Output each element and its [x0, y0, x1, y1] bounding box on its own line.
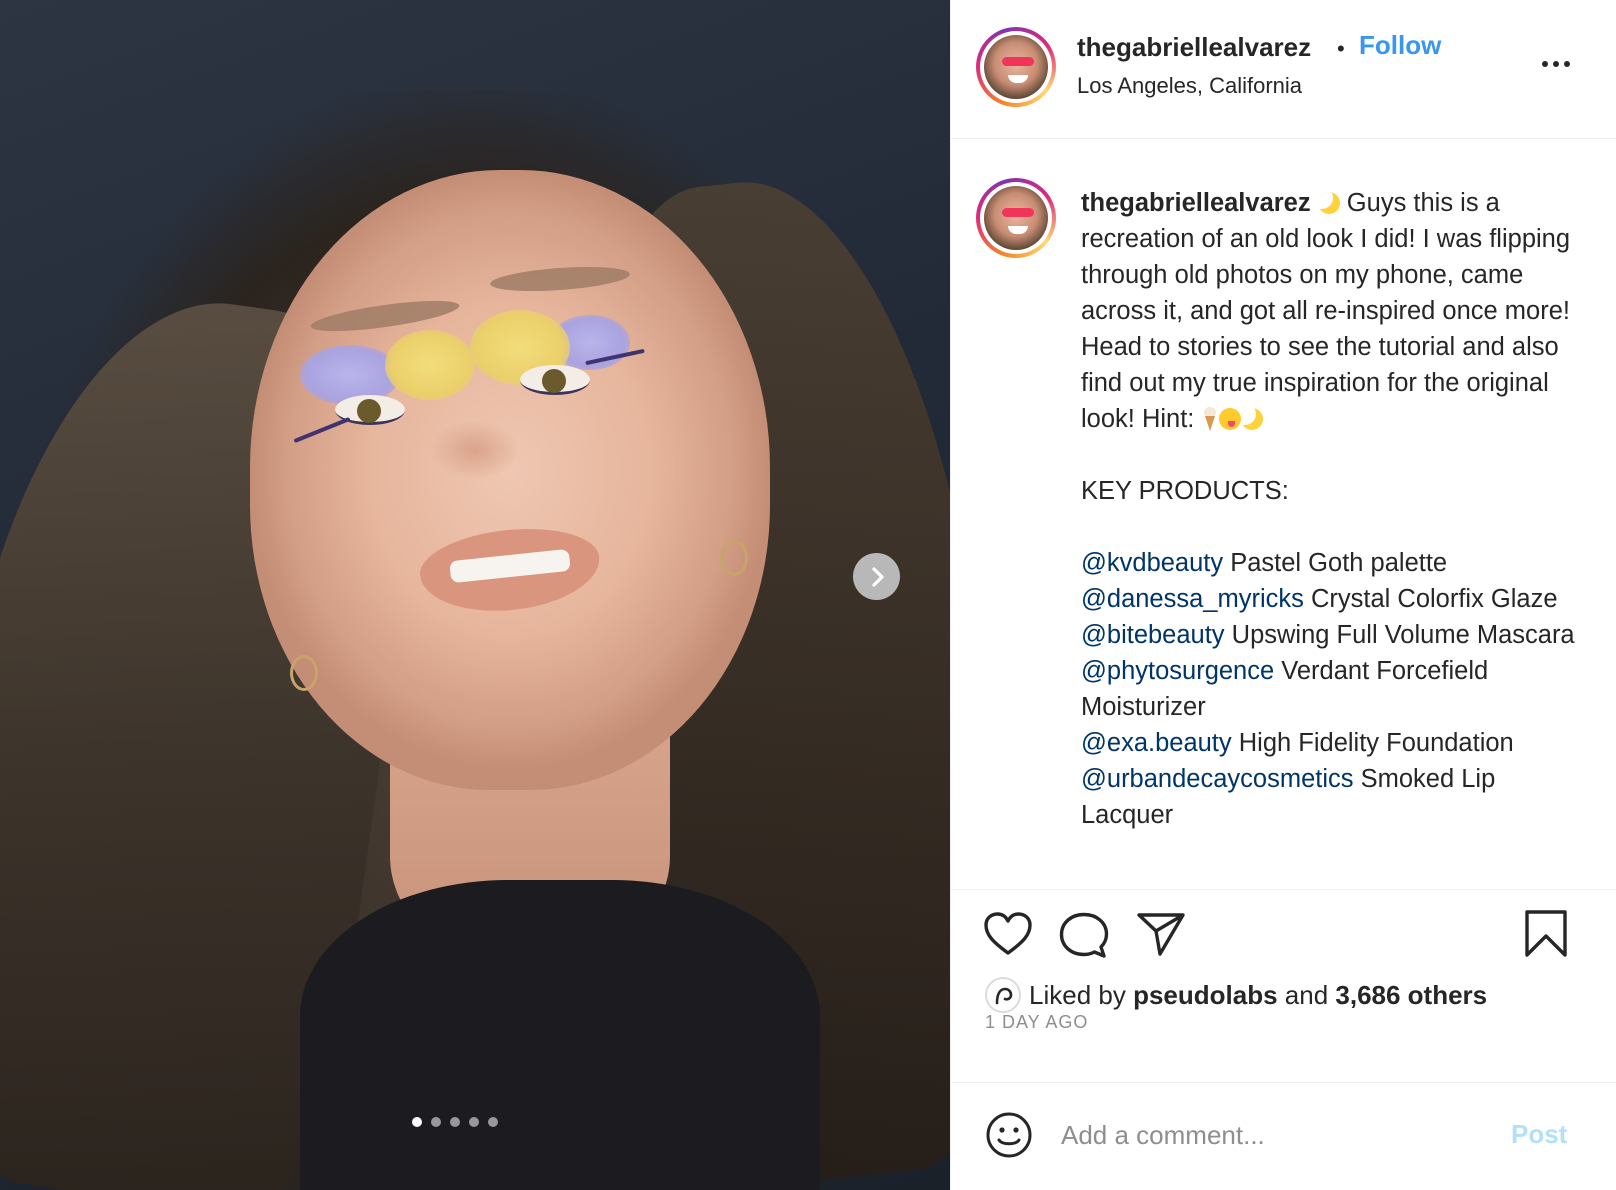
post-timestamp[interactable]: 1 DAY AGO	[985, 1012, 1088, 1033]
product-name: High Fidelity Foundation	[1231, 729, 1514, 757]
carousel-dot	[431, 1117, 441, 1127]
post-media	[0, 0, 950, 1190]
swirl-logo-icon	[995, 987, 1013, 1005]
likes-count[interactable]: 3,686 others	[1335, 980, 1487, 1011]
like-button[interactable]	[983, 911, 1033, 960]
product-line: @exa.beauty High Fidelity Foundation	[1081, 725, 1586, 761]
product-list: @kvdbeauty Pastel Goth palette @danessa_m…	[1081, 545, 1586, 833]
post-location[interactable]: Los Angeles, California	[1077, 73, 1302, 99]
carousel-indicator	[412, 1117, 498, 1127]
caption-author-username[interactable]: thegabriellealvarez	[1081, 189, 1311, 217]
product-mention-link[interactable]: @danessa_myricks	[1081, 585, 1304, 613]
bookmark-icon	[1525, 910, 1567, 957]
follow-button[interactable]: Follow	[1359, 30, 1441, 61]
comment-icon	[1059, 912, 1109, 958]
liker-avatar[interactable]	[985, 977, 1021, 1013]
product-line: @bitebeauty Upswing Full Volume Mascara	[1081, 617, 1586, 653]
moon-emoji	[1317, 192, 1340, 214]
product-name: Crystal Colorfix Glaze	[1303, 585, 1558, 613]
author-avatar[interactable]	[976, 27, 1056, 107]
more-options-button[interactable]	[1536, 54, 1576, 74]
likes-prefix: Liked by	[1029, 979, 1134, 1010]
ice-cream-emoji	[1201, 407, 1219, 431]
send-icon	[1137, 913, 1185, 956]
more-icon	[1542, 61, 1548, 67]
carousel-dot	[488, 1117, 498, 1127]
liker-username[interactable]: pseudolabs	[1133, 980, 1277, 1011]
product-line: @urbandecaycosmetics Smoked Lip Lacquer	[1081, 761, 1586, 833]
comment-input[interactable]	[1061, 1113, 1501, 1157]
add-comment-bar: Post	[951, 1082, 1616, 1190]
post-photo	[0, 0, 950, 1190]
likes-summary: Liked by pseudolabs and 3,686 others	[985, 977, 1487, 1013]
product-line: @danessa_myricks Crystal Colorfix Glaze	[1081, 581, 1586, 617]
comment-button[interactable]	[1059, 911, 1109, 962]
caption-author-avatar[interactable]	[976, 178, 1056, 258]
moon-emoji	[1241, 408, 1264, 430]
product-mention-link[interactable]: @bitebeauty	[1081, 621, 1225, 649]
post-side-panel: thegabriellealvarez • Follow Los Angeles…	[950, 0, 1616, 1190]
product-name: Upswing Full Volume Mascara	[1224, 621, 1575, 649]
share-button[interactable]	[1136, 911, 1186, 960]
author-username[interactable]: thegabriellealvarez	[1077, 32, 1311, 63]
product-line: @kvdbeauty Pastel Goth palette	[1081, 545, 1586, 581]
header-separator: •	[1337, 36, 1345, 61]
post-header: thegabriellealvarez • Follow Los Angeles…	[951, 0, 1616, 139]
emoji-picker-button[interactable]	[985, 1111, 1033, 1162]
comments-area[interactable]: thegabriellealvarez Guys this is a recre…	[951, 140, 1616, 890]
post-caption: thegabriellealvarez Guys this is a recre…	[1081, 185, 1586, 833]
yum-face-emoji	[1219, 408, 1242, 430]
likes-joiner: and	[1277, 979, 1336, 1010]
product-mention-link[interactable]: @kvdbeauty	[1081, 549, 1223, 577]
product-mention-link[interactable]: @exa.beauty	[1081, 729, 1232, 757]
caption-intro: Guys this is a recreation of an old look…	[1081, 189, 1571, 433]
carousel-dot	[469, 1117, 479, 1127]
save-button[interactable]	[1523, 909, 1569, 962]
smiley-icon	[986, 1112, 1032, 1158]
chevron-right-icon	[871, 566, 884, 587]
post-dialog: thegabriellealvarez • Follow Los Angeles…	[0, 0, 1616, 1190]
product-name: Pastel Goth palette	[1223, 549, 1448, 577]
product-mention-link[interactable]: @phytosurgence	[1081, 657, 1274, 685]
post-comment-button[interactable]: Post	[1511, 1119, 1567, 1150]
carousel-dot	[450, 1117, 460, 1127]
product-mention-link[interactable]: @urbandecaycosmetics	[1081, 765, 1354, 793]
caption-heading: KEY PRODUCTS:	[1081, 477, 1289, 505]
heart-icon	[984, 912, 1032, 955]
carousel-next-button[interactable]	[853, 553, 900, 600]
carousel-dot	[412, 1117, 422, 1127]
product-line: @phytosurgence Verdant Forcefield Moistu…	[1081, 653, 1586, 725]
